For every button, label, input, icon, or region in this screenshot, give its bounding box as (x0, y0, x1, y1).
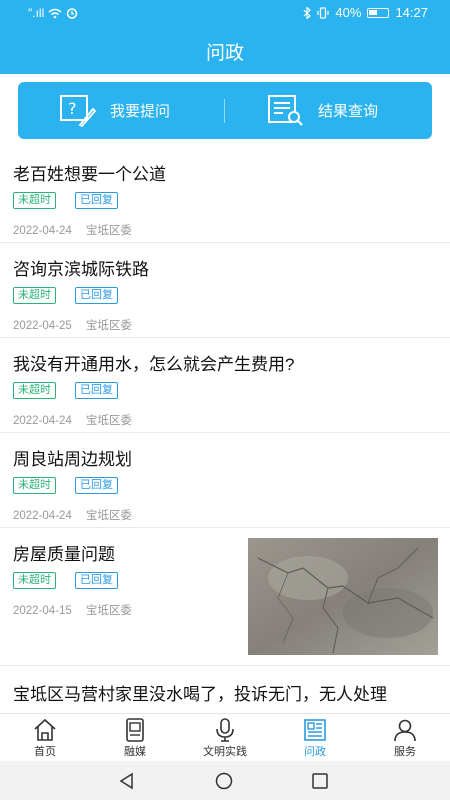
status-bar: ″.ıll 40% 14:27 (0, 0, 450, 26)
person-icon (394, 719, 416, 742)
recents-icon[interactable] (311, 772, 329, 790)
document-search-icon (268, 94, 303, 126)
question-title: 老百姓想要一个公道 (13, 165, 166, 184)
question-list: 老百姓想要一个公道 未超时 已回复 2022-04-24 宝坻区委 咨询京滨城际铁… (0, 148, 450, 713)
question-dept: 宝坻区委 (85, 320, 132, 332)
status-badge-replied: 已回复 (75, 382, 118, 399)
clock: 14:27 (395, 5, 428, 20)
question-dept: 宝坻区委 (85, 225, 132, 237)
status-right: 40% 14:27 (303, 5, 428, 20)
question-dept: 宝坻区委 (85, 510, 132, 522)
question-title: 周良站周边规划 (13, 450, 132, 469)
question-dept: 宝坻区委 (85, 415, 132, 427)
tab-civilization-label: 文明实践 (203, 746, 247, 758)
vibrate-icon (317, 6, 330, 19)
list-item[interactable]: 房屋质量问题 未超时 已回复 2022-04-15 宝坻区委 (0, 528, 450, 666)
question-title: 我没有开通用水，怎么就会产生费用? (13, 355, 295, 374)
tab-civilization[interactable]: 文明实践 (180, 714, 270, 762)
back-icon[interactable] (118, 772, 136, 790)
page-title: 问政 (205, 43, 244, 64)
ask-question-button[interactable]: ? 我要提问 (60, 82, 170, 139)
question-form-icon: ? (60, 94, 96, 127)
home-circle-icon[interactable] (215, 772, 233, 790)
question-meta: 2022-04-24 宝坻区委 (13, 222, 132, 238)
list-item[interactable]: 宝坻区马营村家里没水喝了，投诉无门，无人处理 (0, 666, 450, 713)
status-badge-timeout: 未超时 (13, 287, 56, 304)
tab-home[interactable]: 首页 (0, 714, 90, 762)
list-item[interactable]: 咨询京滨城际铁路 未超时 已回复 2022-04-25 宝坻区委 (0, 243, 450, 338)
question-title: 房屋质量问题 (13, 545, 115, 564)
question-date: 2022-04-24 (13, 510, 72, 522)
tab-media[interactable]: 融媒 (90, 714, 180, 762)
alarm-icon (67, 8, 78, 19)
status-badge-timeout: 未超时 (13, 572, 56, 589)
cracked-wall-photo[interactable] (248, 538, 438, 655)
battery-percent: 40% (335, 5, 362, 20)
signal-icon: ″.ıll (28, 6, 45, 20)
svg-text:?: ? (68, 99, 77, 118)
tab-service-label: 服务 (394, 746, 416, 758)
status-badge-timeout: 未超时 (13, 382, 56, 399)
question-meta: 2022-04-25 宝坻区委 (13, 317, 132, 333)
status-badge-replied: 已回复 (75, 192, 118, 209)
tab-home-label: 首页 (34, 746, 56, 758)
question-date: 2022-04-24 (13, 225, 72, 237)
system-nav-bar (0, 761, 450, 800)
status-left: ″.ıll (28, 6, 78, 20)
action-card: ? 我要提问 结果查询 (18, 82, 432, 139)
status-badge-timeout: 未超时 (13, 192, 56, 209)
question-title: 宝坻区马营村家里没水喝了，投诉无门，无人处理 (13, 685, 387, 704)
list-item[interactable]: 老百姓想要一个公道 未超时 已回复 2022-04-24 宝坻区委 (0, 148, 450, 243)
result-query-label: 结果查询 (318, 103, 379, 120)
list-item[interactable]: 周良站周边规划 未超时 已回复 2022-04-24 宝坻区委 (0, 433, 450, 528)
status-badge-replied: 已回复 (75, 477, 118, 494)
wifi-icon (48, 8, 62, 18)
tab-media-label: 融媒 (124, 746, 146, 758)
status-badge-replied: 已回复 (75, 287, 118, 304)
status-badge-replied: 已回复 (75, 572, 118, 589)
app-header: 问政 (0, 26, 450, 74)
bluetooth-icon (303, 6, 312, 19)
question-dept: 宝坻区委 (85, 605, 132, 617)
list-item[interactable]: 我没有开通用水，怎么就会产生费用? 未超时 已回复 2022-04-24 宝坻区委 (0, 338, 450, 433)
result-query-button[interactable]: 结果查询 (268, 82, 378, 139)
status-badge-timeout: 未超时 (13, 477, 56, 494)
media-icon (126, 718, 144, 742)
bottom-tab-bar: 首页 融媒 文明实践 问政 服务 (0, 713, 450, 761)
tab-service[interactable]: 服务 (360, 714, 450, 762)
ask-question-label: 我要提问 (110, 103, 171, 120)
newspaper-icon (304, 719, 326, 741)
microphone-icon (216, 718, 234, 742)
question-meta: 2022-04-15 宝坻区委 (13, 602, 132, 618)
question-date: 2022-04-24 (13, 415, 72, 427)
question-meta: 2022-04-24 宝坻区委 (13, 507, 132, 523)
question-title: 咨询京滨城际铁路 (13, 260, 149, 279)
tab-wenzheng[interactable]: 问政 (270, 714, 360, 762)
question-date: 2022-04-25 (13, 320, 72, 332)
question-meta: 2022-04-24 宝坻区委 (13, 412, 132, 428)
action-divider (224, 99, 225, 123)
home-icon (34, 718, 56, 741)
tab-wenzheng-label: 问政 (304, 746, 326, 758)
question-date: 2022-04-15 (13, 605, 72, 617)
battery-icon (367, 7, 390, 18)
